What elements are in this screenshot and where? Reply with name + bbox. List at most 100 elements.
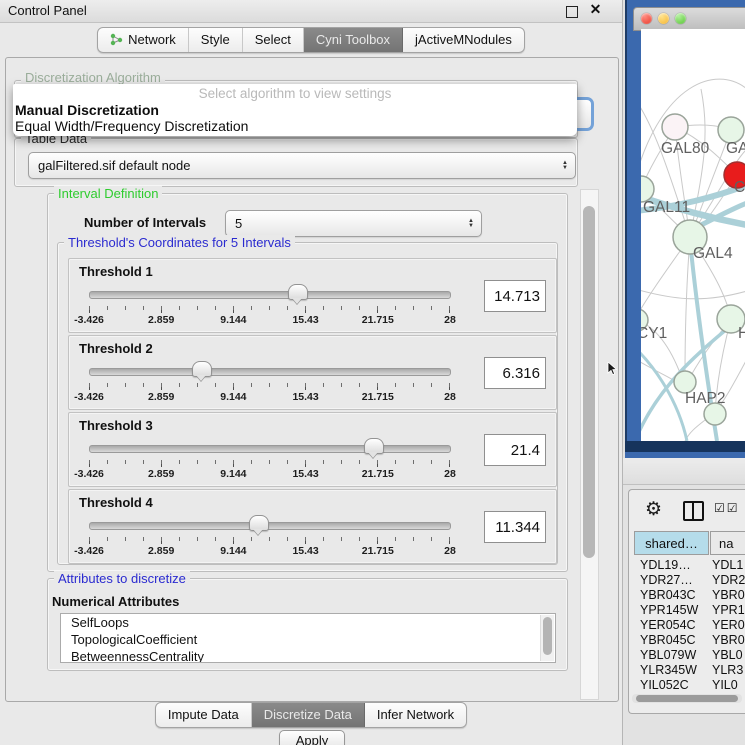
number-of-intervals-label: Number of Intervals <box>84 215 206 230</box>
node-label-h: H <box>738 325 745 342</box>
close-icon[interactable]: ✕ <box>589 3 602 16</box>
apply-button[interactable]: Apply <box>279 730 345 745</box>
close-traffic-light-icon[interactable] <box>641 13 652 24</box>
table-horizontal-scrollbar-thumb[interactable] <box>636 695 738 702</box>
tick-label: 21.715 <box>362 468 394 480</box>
split-view-icon[interactable] <box>683 501 704 521</box>
list-scrollbar[interactable] <box>540 615 554 661</box>
checkbox-icons[interactable]: ☑☑ <box>714 501 740 515</box>
node-label-gal80: GAL80 <box>661 140 710 157</box>
slider-scale: -3.426 2.859 9.144 15.43 21.715 28 <box>89 391 450 403</box>
cell: YBR045C <box>640 633 696 647</box>
table-column-header-shared[interactable]: shared… <box>634 531 709 555</box>
threshold-4-value[interactable]: 11.344 <box>484 511 546 543</box>
table-column-header-name[interactable]: na <box>710 531 745 555</box>
bottom-tab-bar: Impute Data Discretize Data Infer Networ… <box>0 702 622 728</box>
content-scrollbar-thumb[interactable] <box>583 206 595 558</box>
discretization-algorithm-title: Discretization Algorithm <box>21 70 165 85</box>
tick-label: 28 <box>444 545 456 557</box>
threshold-3-slider[interactable] <box>89 437 449 459</box>
tick-label: -3.426 <box>74 391 104 403</box>
float-window-icon[interactable] <box>566 6 578 18</box>
cell: YIL0 <box>712 678 738 691</box>
tick-label: 15.43 <box>292 314 318 326</box>
list-item[interactable]: BetweennessCentrality <box>61 648 555 663</box>
table-row[interactable]: YPR145WYPR1 <box>634 603 745 618</box>
tick-label: 2.859 <box>148 391 174 403</box>
threshold-2-value[interactable]: 6.316 <box>484 357 546 389</box>
attributes-group-title: Attributes to discretize <box>54 571 190 586</box>
slider-thumb[interactable] <box>364 438 384 454</box>
tick-label: 28 <box>444 314 456 326</box>
tab-label: Cyni Toolbox <box>316 32 390 47</box>
minimize-traffic-light-icon[interactable] <box>658 13 669 24</box>
network-canvas[interactable]: GAL80 GA C GAL11 GAL4 GCY1 H HAP2 <box>641 29 745 441</box>
popup-option-manual-discretization[interactable]: Manual Discretization <box>15 102 575 118</box>
table-row[interactable]: YDL19…YDL1 <box>634 558 745 573</box>
slider-scale: -3.426 2.859 9.144 15.43 21.715 28 <box>89 545 450 557</box>
list-item[interactable]: TopologicalCoefficient <box>61 631 555 648</box>
tick-label: 9.144 <box>220 545 246 557</box>
slider-ticks <box>89 383 450 390</box>
slider-thumb[interactable] <box>249 515 269 531</box>
algorithm-dropdown-popup: Select algorithm to view settings Manual… <box>13 84 577 136</box>
table-data-combobox[interactable]: galFiltered.sif default node ▲▼ <box>28 152 576 179</box>
table-row[interactable]: YBL079WYBL0 <box>634 648 745 663</box>
cell: YBR043C <box>640 588 696 602</box>
node-label-gcy1: GCY1 <box>641 325 667 342</box>
tab-style[interactable]: Style <box>189 28 243 52</box>
tab-label: Impute Data <box>168 707 239 722</box>
number-of-intervals-combobox[interactable]: 5 ▲▼ <box>225 210 482 237</box>
table-row[interactable]: YBR043C YBR0 <box>634 588 745 603</box>
threshold-3-value[interactable]: 21.4 <box>484 434 546 466</box>
table-row[interactable]: YLR345WYLR3 <box>634 663 745 678</box>
threshold-1-panel: Threshold 1 -3.426 2.859 9.144 15.43 21.… <box>68 258 557 333</box>
cell: YBR0 <box>712 588 745 602</box>
slider-track[interactable] <box>89 522 451 530</box>
tab-label: Infer Network <box>377 707 454 722</box>
control-panel-title: Control Panel <box>8 3 87 18</box>
tick-label: 21.715 <box>362 545 394 557</box>
tick-label: 9.144 <box>220 468 246 480</box>
threshold-4-slider[interactable] <box>89 514 449 536</box>
threshold-2-label: Threshold 2 <box>79 341 153 356</box>
stepper-arrows-icon: ▲▼ <box>468 219 474 229</box>
table-row[interactable]: YER054CYER0 <box>634 618 745 633</box>
tab-infer-network[interactable]: Infer Network <box>365 703 466 727</box>
table-row[interactable]: YIL052CYIL0 <box>634 678 745 691</box>
tick-label: 21.715 <box>362 314 394 326</box>
tab-cyni-toolbox[interactable]: Cyni Toolbox <box>304 28 403 52</box>
list-item[interactable]: SelfLoops <box>61 614 555 631</box>
slider-thumb[interactable] <box>192 361 212 377</box>
list-scrollbar-thumb[interactable] <box>543 617 552 655</box>
cell: YPR1 <box>712 603 745 617</box>
slider-ticks <box>89 460 450 467</box>
slider-track[interactable] <box>89 368 451 376</box>
table-row[interactable]: YDR27…YDR2 <box>634 573 745 588</box>
slider-scale: -3.426 2.859 9.144 15.43 21.715 28 <box>89 468 450 480</box>
slider-track[interactable] <box>89 291 451 299</box>
threshold-1-value[interactable]: 14.713 <box>484 280 546 312</box>
slider-thumb[interactable] <box>288 284 308 300</box>
zoom-traffic-light-icon[interactable] <box>675 13 686 24</box>
numerical-attributes-list[interactable]: SelfLoops TopologicalCoefficient Between… <box>60 613 556 663</box>
tick-label: 15.43 <box>292 391 318 403</box>
tab-network[interactable]: Network <box>98 28 189 52</box>
table-row[interactable]: YBR045CYBR0 <box>634 633 745 648</box>
tab-select[interactable]: Select <box>243 28 304 52</box>
popup-option-equal-width-frequency[interactable]: Equal Width/Frequency Discretization <box>15 118 575 134</box>
screenshot-root: Control Panel ✕ Network Style <box>0 0 745 745</box>
tick-label: 2.859 <box>148 545 174 557</box>
network-frame-bottom <box>625 441 745 452</box>
threshold-2-slider[interactable] <box>89 360 449 382</box>
slider-track[interactable] <box>89 445 451 453</box>
node-gal80[interactable] <box>662 114 688 140</box>
tick-label: 15.43 <box>292 545 318 557</box>
tick-label: -3.426 <box>74 314 104 326</box>
tab-jactivemnodules[interactable]: jActiveMNodules <box>403 28 524 52</box>
tab-impute-data[interactable]: Impute Data <box>156 703 252 727</box>
node-label-gal4: GAL4 <box>693 245 733 262</box>
tab-discretize-data[interactable]: Discretize Data <box>252 703 365 727</box>
threshold-1-slider[interactable] <box>89 283 449 305</box>
gear-icon[interactable]: ⚙ <box>645 498 662 521</box>
